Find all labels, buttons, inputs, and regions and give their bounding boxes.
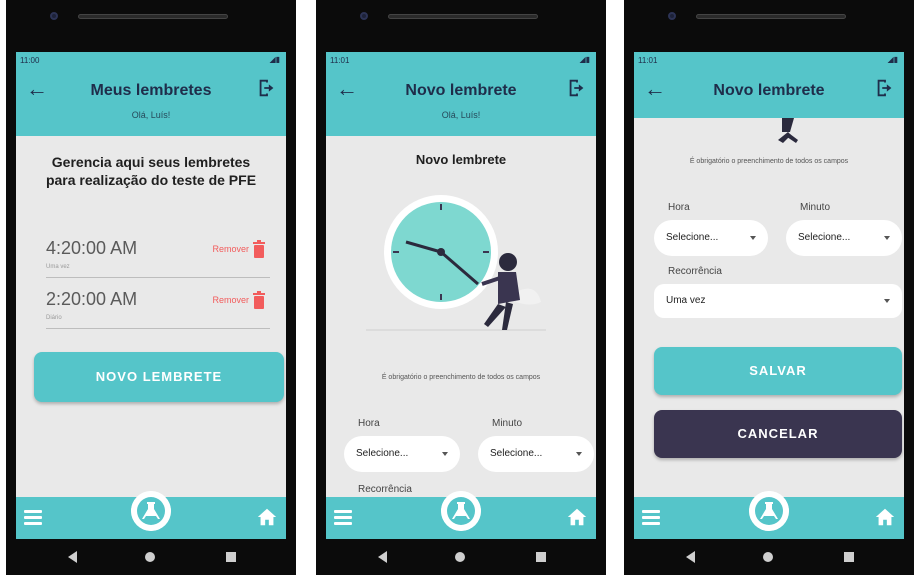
system-back-icon[interactable] — [378, 551, 387, 563]
home-icon[interactable] — [256, 506, 278, 528]
bottom-nav — [634, 491, 904, 539]
intro-text: Gerencia aqui seus lembretes para realiz… — [45, 154, 257, 188]
cancel-button[interactable]: CANCELAR — [654, 410, 902, 458]
app-bar: 11:00 ◢▮ ← Meus lembretes Olá, Luís! — [16, 52, 286, 136]
logout-icon[interactable] — [874, 77, 896, 99]
remove-label: Remover — [212, 244, 249, 254]
new-reminder-button[interactable]: NOVO LEMBRETE — [34, 352, 284, 402]
save-button[interactable]: SALVAR — [654, 347, 902, 395]
remove-reminder-button[interactable]: Remover — [212, 289, 266, 311]
page-title: Novo lembrete — [405, 82, 517, 99]
chevron-down-icon — [576, 452, 582, 456]
app-screen: 11:01 ◢▮ ← Novo lembrete Olá, Luís! Novo… — [326, 52, 596, 539]
system-home-icon[interactable] — [763, 552, 773, 562]
minute-select[interactable]: Selecione... — [478, 436, 594, 472]
trash-icon — [253, 240, 265, 258]
system-back-icon[interactable] — [68, 551, 77, 563]
required-fields-note: É obrigatório o preenchimento de todos o… — [689, 158, 849, 165]
system-navigation-bar — [316, 539, 606, 575]
page-title: Meus lembretes — [90, 82, 212, 99]
minute-label: Minuto — [492, 418, 523, 429]
chevron-down-icon — [442, 452, 448, 456]
front-camera — [50, 12, 58, 20]
system-recents-icon[interactable] — [536, 552, 546, 562]
hour-select-value: Selecione... — [666, 232, 719, 243]
trash-icon — [253, 291, 265, 309]
hamburger-menu-icon[interactable] — [642, 510, 660, 525]
minute-select[interactable]: Selecione... — [786, 220, 902, 256]
page-title: Novo lembrete — [713, 82, 825, 99]
phone-bezel — [6, 0, 296, 52]
minute-select-value: Selecione... — [798, 232, 851, 243]
system-recents-icon[interactable] — [844, 552, 854, 562]
phone-screen-new-reminder-scrolled: 11:01 ◢▮ ← Novo lembrete É obrigatório o… — [624, 0, 914, 575]
status-time: 11:01 — [330, 56, 350, 65]
app-screen: 11:00 ◢▮ ← Meus lembretes Olá, Luís! Ger… — [16, 52, 286, 539]
home-icon[interactable] — [566, 506, 588, 528]
phone-bezel — [316, 0, 606, 52]
front-camera — [668, 12, 676, 20]
reminder-item: 2:20:00 AM Diário Remover — [46, 289, 270, 329]
phone-screen-my-reminders: 11:00 ◢▮ ← Meus lembretes Olá, Luís! Ger… — [6, 0, 296, 575]
form-heading: Novo lembrete — [415, 152, 507, 167]
signal-battery-icon: ◢▮ — [887, 55, 898, 64]
reminder-recurrence: Diário — [46, 315, 62, 321]
hour-select[interactable]: Selecione... — [344, 436, 460, 472]
greeting: Olá, Luís! — [131, 110, 171, 120]
required-fields-note: É obrigatório o preenchimento de todos o… — [381, 374, 541, 381]
hamburger-menu-icon[interactable] — [334, 510, 352, 525]
recurrence-label: Recorrência — [668, 266, 722, 277]
reminder-time: 4:20:00 AM — [46, 238, 138, 258]
phone-bezel — [624, 0, 914, 52]
illustration-legs-fragment — [778, 118, 798, 143]
hamburger-menu-icon[interactable] — [24, 510, 42, 525]
app-screen: 11:01 ◢▮ ← Novo lembrete É obrigatório o… — [634, 52, 904, 539]
system-recents-icon[interactable] — [226, 552, 236, 562]
greeting: Olá, Luís! — [441, 110, 481, 120]
hour-select[interactable]: Selecione... — [654, 220, 768, 256]
earpiece-speaker — [388, 14, 538, 19]
recurrence-label: Recorrência — [358, 484, 412, 495]
reminder-time: 2:20:00 AM — [46, 289, 138, 309]
logout-icon[interactable] — [566, 77, 588, 99]
minute-select-value: Selecione... — [490, 448, 543, 459]
status-time: 11:01 — [638, 56, 658, 65]
logout-icon[interactable] — [256, 77, 278, 99]
flask-logo-icon[interactable] — [441, 491, 481, 531]
earpiece-speaker — [696, 14, 846, 19]
home-icon[interactable] — [874, 506, 896, 528]
bottom-nav — [16, 491, 286, 539]
system-navigation-bar — [624, 539, 914, 575]
system-home-icon[interactable] — [145, 552, 155, 562]
front-camera — [360, 12, 368, 20]
minute-label: Minuto — [800, 202, 831, 213]
bottom-nav — [326, 491, 596, 539]
earpiece-speaker — [78, 14, 228, 19]
system-home-icon[interactable] — [455, 552, 465, 562]
status-time: 11:00 — [20, 56, 40, 65]
chevron-down-icon — [884, 299, 890, 303]
flask-logo-icon[interactable] — [749, 491, 789, 531]
chevron-down-icon — [884, 236, 890, 240]
reminder-recurrence: Uma vez — [46, 264, 70, 270]
recurrence-select-value: Uma vez — [666, 295, 706, 306]
chevron-down-icon — [750, 236, 756, 240]
signal-battery-icon: ◢▮ — [579, 55, 590, 64]
remove-reminder-button[interactable]: Remover — [212, 238, 266, 260]
signal-battery-icon: ◢▮ — [269, 55, 280, 64]
hour-label: Hora — [668, 202, 690, 213]
hour-select-value: Selecione... — [356, 448, 409, 459]
flask-logo-icon[interactable] — [131, 491, 171, 531]
remove-label: Remover — [212, 295, 249, 305]
reminder-item: 4:20:00 AM Uma vez Remover — [46, 238, 270, 278]
hour-label: Hora — [358, 418, 380, 429]
app-bar: 11:01 ◢▮ ← Novo lembrete Olá, Luís! — [326, 52, 596, 136]
app-bar: 11:01 ◢▮ ← Novo lembrete — [634, 52, 904, 118]
recurrence-select[interactable]: Uma vez — [654, 284, 902, 318]
system-back-icon[interactable] — [686, 551, 695, 563]
system-navigation-bar — [6, 539, 296, 575]
clock-woman-illustration — [366, 195, 546, 331]
phone-screen-new-reminder: 11:01 ◢▮ ← Novo lembrete Olá, Luís! Novo… — [316, 0, 606, 575]
